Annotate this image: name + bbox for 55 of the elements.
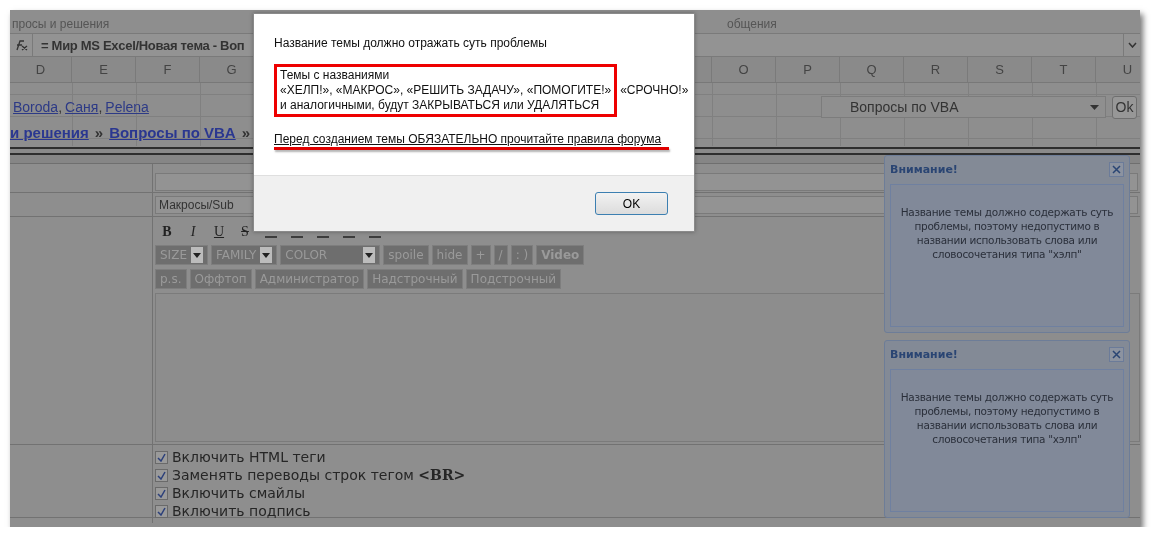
tag-button[interactable]: /: [493, 245, 508, 265]
breadcrumb-link[interactable]: и решения: [10, 123, 89, 141]
checkbox[interactable]: [155, 486, 168, 500]
column-header: R: [930, 62, 941, 77]
column-header: O: [738, 62, 749, 77]
option-label: Включить смайлы: [172, 485, 305, 501]
close-button[interactable]: [1109, 346, 1124, 362]
checkbox[interactable]: [155, 468, 168, 482]
notification-title: Внимание!: [890, 347, 958, 361]
dialog-message: Название темы должно отражать суть проблемы: [274, 36, 548, 50]
forum-select[interactable]: Вопросы по VBA: [821, 96, 1106, 118]
caret-icon: [260, 247, 273, 263]
breadcrumb-separator: »: [94, 123, 104, 141]
column-header: F: [163, 62, 172, 77]
close-button[interactable]: [1109, 161, 1124, 177]
breadcrumb-separator: »: [241, 123, 251, 141]
caret-icon[interactable]: [1123, 34, 1140, 56]
caret-icon: [1090, 104, 1099, 110]
notification-text: Название темы должно содержать суть проблемы, поэтому недопустимо в названии использовать слова или словосочетания типа "хэлп": [899, 390, 1115, 446]
column-header: T: [1059, 62, 1068, 77]
column-header: G: [226, 62, 237, 77]
format-button[interactable]: S: [237, 224, 253, 240]
warning-text: Темы с названиями: [280, 68, 391, 83]
column-header: S: [995, 62, 1004, 77]
menu-text: общения: [726, 17, 778, 33]
option-label: Включить HTML теги: [172, 449, 326, 465]
column-header: U: [1122, 62, 1133, 77]
format-button[interactable]: B: [159, 224, 175, 240]
notification-text: Название темы должно содержать суть проблемы, поэтому недопустимо в названии использовать слова или словосочетания типа "хэлп": [899, 205, 1115, 261]
notification-title: Внимание!: [890, 162, 958, 176]
rules-link[interactable]: Перед созданием темы ОБЯЗАТЕЛЬНО прочитайте правила форума: [274, 132, 662, 146]
tag-button[interactable]: : ): [510, 245, 534, 265]
format-button[interactable]: I: [185, 224, 201, 240]
option-label: Включить подпись: [172, 503, 311, 519]
comma-text: ,: [58, 99, 63, 115]
tag-button[interactable]: +: [470, 245, 491, 265]
column-header: Q: [866, 62, 877, 77]
caret-icon: [363, 247, 376, 263]
warning-text: и аналогичными, будут ЗАКРЫВАТЬСЯ или УДАЛЯТЬСЯ: [280, 98, 601, 113]
column-header: D: [35, 62, 46, 77]
warning-text: «ХЕЛП!», «МАКРОС», «РЕШИТЬ ЗАДАЧУ», «ПОМОГИТЕ!»: [280, 83, 612, 98]
column-header: P: [803, 62, 812, 77]
format-button[interactable]: U: [211, 224, 227, 240]
column-header: E: [99, 62, 108, 77]
checkbox[interactable]: [155, 450, 168, 464]
formula-text: = Мир MS Excel/Новая тема - Воп: [41, 37, 245, 53]
caret-icon: [190, 247, 203, 263]
warning-text: «СРОЧНО!»: [620, 83, 689, 98]
ok-button[interactable]: Ok: [1112, 95, 1137, 119]
ok-button[interactable]: OK: [595, 192, 668, 215]
comma-text: ,: [98, 99, 103, 115]
checkbox[interactable]: [155, 504, 168, 518]
option-label: Заменять переводы строк тегом <BR>: [172, 467, 466, 483]
moderator-link[interactable]: Pelena: [105, 99, 149, 115]
breadcrumb-link[interactable]: Вопросы по VBA: [109, 123, 236, 141]
